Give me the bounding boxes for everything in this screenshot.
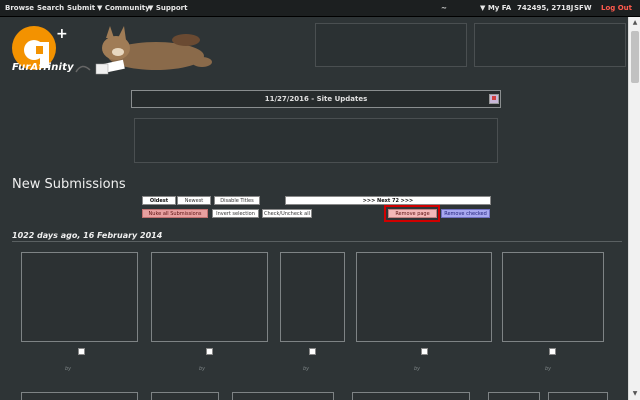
nav-browse[interactable]: Browse — [5, 4, 34, 12]
sort-oldest-button[interactable]: Oldest — [142, 196, 176, 205]
submission-thumbnail[interactable] — [21, 392, 138, 400]
submission-thumbnail[interactable] — [21, 252, 138, 342]
remove-checked-button[interactable]: Remove checked — [441, 209, 490, 218]
submission-thumbnail[interactable] — [151, 252, 268, 342]
sort-newest-button[interactable]: Newest — [177, 196, 211, 205]
remove-page-highlight — [384, 205, 440, 222]
submission-thumbnail[interactable] — [352, 392, 470, 400]
nav-my-fa[interactable]: ▼ My FA — [480, 4, 511, 12]
nav-counts[interactable]: 742495, 2718J — [517, 4, 573, 12]
submission-checkbox[interactable] — [421, 348, 428, 355]
check-uncheck-all-button[interactable]: Check/Uncheck all — [262, 209, 312, 218]
top-navigation: Browse Search Submit ▼ Community ▼ Suppo… — [0, 0, 640, 17]
day-header: 1022 days ago, 16 February 2014 — [12, 231, 163, 240]
ad-box-2[interactable] — [474, 23, 626, 67]
disable-titles-button[interactable]: Disable Titles — [214, 196, 260, 205]
invert-selection-button[interactable]: Invert selection — [212, 209, 259, 218]
close-icon[interactable] — [489, 94, 499, 104]
submission-thumbnail[interactable] — [280, 252, 345, 342]
nav-community[interactable]: ▼ Community — [97, 4, 150, 12]
submission-thumbnail[interactable] — [356, 252, 492, 342]
submission-by-label[interactable]: by — [199, 366, 205, 372]
next-page-button[interactable]: >>> Next 72 >>> — [285, 196, 491, 205]
site-update-text[interactable]: 11/27/2016 - Site Updates — [265, 95, 368, 103]
nav-tilde[interactable]: ~ — [441, 4, 447, 12]
nav-logout[interactable]: Log Out — [601, 4, 632, 12]
scrollbar[interactable]: ▲ ▼ — [628, 17, 640, 400]
submission-thumbnail[interactable] — [502, 252, 604, 342]
submission-checkbox[interactable] — [78, 348, 85, 355]
svg-text:+: + — [56, 26, 68, 42]
nav-support[interactable]: ▼ Support — [148, 4, 187, 12]
submission-by-label[interactable]: by — [414, 366, 420, 372]
nav-submit[interactable]: Submit — [67, 4, 95, 12]
submission-checkbox[interactable] — [206, 348, 213, 355]
submission-thumbnail[interactable] — [548, 392, 608, 400]
submission-thumbnail[interactable] — [151, 392, 219, 400]
nuke-all-submissions-button[interactable]: Nuke all Submissions — [142, 209, 208, 218]
submission-checkbox[interactable] — [549, 348, 556, 355]
logo-text: FurAffinity — [12, 62, 74, 73]
submission-thumbnail[interactable] — [488, 392, 540, 400]
divider — [12, 241, 622, 242]
submission-checkbox[interactable] — [309, 348, 316, 355]
submission-by-label[interactable]: by — [65, 366, 71, 372]
nav-search[interactable]: Search — [37, 4, 64, 12]
submission-by-label[interactable]: by — [303, 366, 309, 372]
page-title: New Submissions — [12, 177, 126, 192]
site-update-bar[interactable]: 11/27/2016 - Site Updates — [131, 90, 501, 108]
submission-by-label[interactable]: by — [545, 366, 551, 372]
banner-ad-box[interactable] — [134, 118, 498, 163]
submission-thumbnail[interactable] — [232, 392, 334, 400]
ad-box-1[interactable] — [315, 23, 467, 67]
scroll-up-arrow-icon[interactable]: ▲ — [629, 17, 640, 29]
scroll-down-arrow-icon[interactable]: ▼ — [629, 388, 640, 400]
nav-sfw-toggle[interactable]: SFW — [574, 4, 592, 12]
scroll-thumb[interactable] — [631, 31, 639, 83]
